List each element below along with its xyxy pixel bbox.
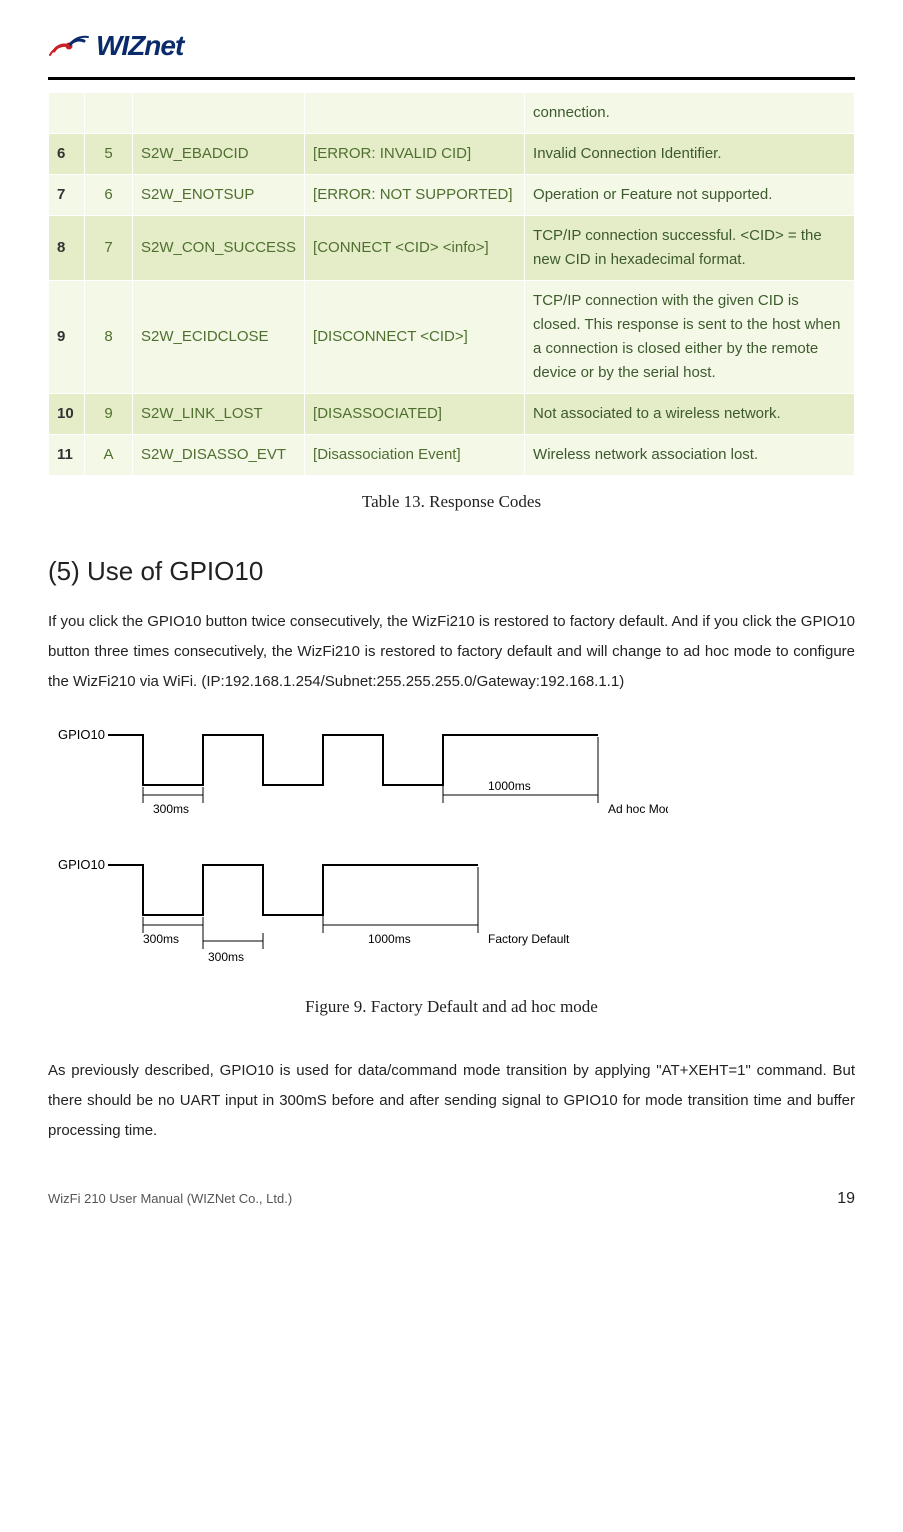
table-row: 87S2W_CON_SUCCESS[CONNECT <CID> <info>]T…	[49, 215, 855, 280]
table-cell: S2W_EBADCID	[133, 133, 305, 174]
label-300ms-c: 300ms	[143, 932, 179, 946]
header-divider	[48, 77, 855, 80]
table-cell: [CONNECT <CID> <info>]	[305, 215, 525, 280]
table-cell: [DISASSOCIATED]	[305, 393, 525, 434]
table-cell: Not associated to a wireless network.	[525, 393, 855, 434]
gpio-timing-figure: GPIO10 300ms 1000ms Ad hoc Mode GPIO10	[48, 715, 855, 975]
table-row: 76S2W_ENOTSUP[ERROR: NOT SUPPORTED]Opera…	[49, 174, 855, 215]
logo-swirl-icon	[48, 31, 90, 61]
table-cell: [ERROR: NOT SUPPORTED]	[305, 174, 525, 215]
table-cell: A	[85, 434, 133, 475]
table-cell: TCP/IP connection with the given CID is …	[525, 280, 855, 393]
table-cell: connection.	[525, 92, 855, 133]
paragraph-2: As previously described, GPIO10 is used …	[48, 1056, 855, 1146]
table-cell: S2W_CON_SUCCESS	[133, 215, 305, 280]
table-cell: S2W_LINK_LOST	[133, 393, 305, 434]
table-cell: [Disassociation Event]	[305, 434, 525, 475]
table-cell	[133, 92, 305, 133]
table-row: 98S2W_ECIDCLOSE[DISCONNECT <CID>]TCP/IP …	[49, 280, 855, 393]
table-cell: S2W_ECIDCLOSE	[133, 280, 305, 393]
table-cell: 6	[85, 174, 133, 215]
footer-doc-title: WizFi 210 User Manual (WIZNet Co., Ltd.)	[48, 1189, 292, 1210]
table-cell: 8	[85, 280, 133, 393]
table-cell: 9	[49, 280, 85, 393]
table-cell	[85, 92, 133, 133]
response-codes-table: connection.65S2W_EBADCID[ERROR: INVALID …	[48, 92, 855, 476]
table-cell: 7	[49, 174, 85, 215]
table-row: 11AS2W_DISASSO_EVT[Disassociation Event]…	[49, 434, 855, 475]
table-cell: [DISCONNECT <CID>]	[305, 280, 525, 393]
table-cell: 6	[49, 133, 85, 174]
page-footer: WizFi 210 User Manual (WIZNet Co., Ltd.)…	[48, 1186, 855, 1212]
table-cell: 5	[85, 133, 133, 174]
label-factory: Factory Default	[488, 932, 570, 946]
table-row: 65S2W_EBADCID[ERROR: INVALID CID]Invalid…	[49, 133, 855, 174]
label-300ms-d: 300ms	[208, 950, 244, 964]
table-cell: [ERROR: INVALID CID]	[305, 133, 525, 174]
label-300ms-a: 300ms	[153, 802, 189, 816]
label-gpio10-bottom: GPIO10	[58, 857, 105, 872]
table-cell: 11	[49, 434, 85, 475]
table-cell: Invalid Connection Identifier.	[525, 133, 855, 174]
figure-caption: Figure 9. Factory Default and ad hoc mod…	[48, 993, 855, 1020]
section-heading: (5) Use of GPIO10	[48, 551, 855, 593]
table-cell: 8	[49, 215, 85, 280]
table-row: 109S2W_LINK_LOST[DISASSOCIATED]Not assoc…	[49, 393, 855, 434]
paragraph-1: If you click the GPIO10 button twice con…	[48, 607, 855, 697]
table-cell	[49, 92, 85, 133]
table-cell: Wireless network association lost.	[525, 434, 855, 475]
table-cell: 7	[85, 215, 133, 280]
label-adhoc: Ad hoc Mode	[608, 802, 668, 816]
table-cell: Operation or Feature not supported.	[525, 174, 855, 215]
table-caption: Table 13. Response Codes	[48, 488, 855, 515]
table-cell	[305, 92, 525, 133]
header-logo: WIZnet	[48, 24, 855, 69]
table-cell: 9	[85, 393, 133, 434]
label-1000ms-a: 1000ms	[488, 779, 531, 793]
table-cell: 10	[49, 393, 85, 434]
page-number: 19	[837, 1186, 855, 1212]
label-gpio10-top: GPIO10	[58, 727, 105, 742]
table-cell: S2W_DISASSO_EVT	[133, 434, 305, 475]
table-cell: S2W_ENOTSUP	[133, 174, 305, 215]
brand-name: WIZnet	[96, 24, 183, 69]
label-1000ms-b: 1000ms	[368, 932, 411, 946]
table-row: connection.	[49, 92, 855, 133]
table-cell: TCP/IP connection successful. <CID> = th…	[525, 215, 855, 280]
